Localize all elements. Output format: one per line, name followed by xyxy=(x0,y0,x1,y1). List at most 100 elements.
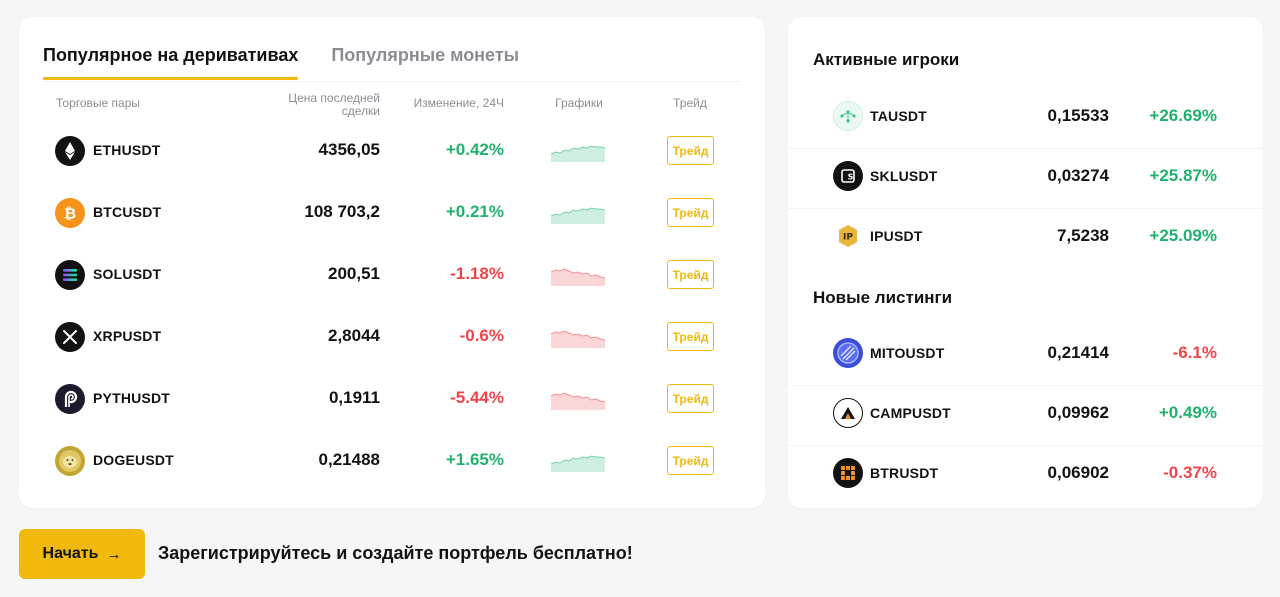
last-price: 0,09962 xyxy=(1047,403,1109,422)
svg-text:IP: IP xyxy=(843,233,853,243)
pair-name: SKLUSDT xyxy=(870,168,938,184)
trade-button[interactable]: Трейд xyxy=(667,446,714,475)
change-24h: +0.42% xyxy=(445,140,504,159)
divider xyxy=(788,445,1263,446)
svg-text:₿: ₿ xyxy=(64,205,76,223)
header-last-price-line2: сделки xyxy=(341,104,380,118)
pair-name: IPUSDT xyxy=(870,228,923,244)
table-row[interactable]: XRPUSDT 2,8044 -0.6% Трейд xyxy=(19,317,765,357)
header-trade: Трейд xyxy=(673,96,707,110)
change-24h: +0.21% xyxy=(445,202,504,221)
change-24h: +0.49% xyxy=(1158,403,1217,422)
table-row[interactable]: DOGEUSDT 0,21488 +1.65% Трейд xyxy=(19,441,765,481)
camp-icon xyxy=(833,398,863,428)
last-price: 7,5238 xyxy=(1057,226,1109,245)
last-price: 0,03274 xyxy=(1047,166,1109,185)
ethereum-icon xyxy=(55,136,85,166)
change-24h: +25.87% xyxy=(1149,166,1217,185)
last-price: 0,21488 xyxy=(318,450,380,469)
section-title-new-listings: Новые листинги xyxy=(813,288,953,307)
dogecoin-icon xyxy=(55,446,85,476)
trade-button[interactable]: Трейд xyxy=(667,198,714,227)
section-title-active-players: Активные игроки xyxy=(813,50,960,69)
bitlayer-icon xyxy=(833,458,863,488)
sparkline-area xyxy=(551,456,605,472)
market-lists-card: Активные игроки TAUSDT 0,15533 +26.69% S… xyxy=(788,17,1263,508)
last-price: 0,1911 xyxy=(328,388,380,407)
divider xyxy=(788,148,1263,149)
list-item[interactable]: TAUSDT 0,15533 +26.69% xyxy=(788,98,1263,134)
table-row[interactable]: ETHUSDT 4356,05 +0.42% Трейд xyxy=(19,131,765,171)
sparkline-chart xyxy=(551,330,605,348)
divider xyxy=(788,385,1263,386)
start-button[interactable]: Начать → xyxy=(19,529,145,579)
tab-popular-derivatives[interactable]: Популярное на деривативах xyxy=(43,45,299,80)
header-charts: Графики xyxy=(555,96,603,110)
tabs-divider xyxy=(43,81,741,82)
change-24h: -1.18% xyxy=(450,264,504,283)
header-trading-pairs: Торговые пары xyxy=(56,96,141,110)
pair-name: TAUSDT xyxy=(870,108,927,124)
skale-icon: S xyxy=(833,161,863,191)
pair-name: PYTHUSDT xyxy=(93,390,171,406)
pair-name: BTCUSDT xyxy=(93,204,162,220)
sparkline-chart xyxy=(551,392,605,410)
table-row[interactable]: ₿ BTCUSDT 108 703,2 +0.21% Трейд xyxy=(19,193,765,233)
pair-name: MITOUSDT xyxy=(870,345,945,361)
change-24h: -6.1% xyxy=(1172,343,1217,362)
pyth-icon xyxy=(55,384,85,414)
list-item[interactable]: S SKLUSDT 0,03274 +25.87% xyxy=(788,158,1263,194)
change-24h: +25.09% xyxy=(1149,226,1217,245)
sparkline-area xyxy=(551,208,605,224)
header-change-24h: Изменение, 24Ч xyxy=(413,96,504,110)
change-24h: +26.69% xyxy=(1149,106,1217,125)
arrow-right-icon: → xyxy=(106,545,122,563)
svg-text:S: S xyxy=(848,173,854,182)
start-button-label: Начать xyxy=(42,545,99,562)
trade-button[interactable]: Трейд xyxy=(667,384,714,413)
list-item[interactable]: MITOUSDT 0,21414 -6.1% xyxy=(788,335,1263,371)
list-item[interactable]: BTRUSDT 0,06902 -0.37% xyxy=(788,455,1263,491)
change-24h: -0.6% xyxy=(459,326,504,345)
table-row[interactable]: SOLUSDT 200,51 -1.18% Трейд xyxy=(19,255,765,295)
last-price: 2,8044 xyxy=(328,326,380,345)
pair-name: SOLUSDT xyxy=(93,266,162,282)
header-last-price: Цена последней сделки xyxy=(259,92,380,118)
sparkline-chart xyxy=(551,207,605,224)
bitcoin-icon: ₿ xyxy=(55,198,85,228)
sparkline-area xyxy=(551,146,605,162)
tab-popular-coins[interactable]: Популярные монеты xyxy=(331,45,519,80)
pair-name: ETHUSDT xyxy=(93,142,161,158)
derivatives-card: Популярное на деривативах Популярные мон… xyxy=(19,17,765,508)
trade-button[interactable]: Трейд xyxy=(667,322,714,351)
trade-button[interactable]: Трейд xyxy=(667,260,714,289)
change-24h: +1.65% xyxy=(445,450,504,469)
tao-icon xyxy=(833,101,863,131)
sparkline-chart xyxy=(551,268,605,286)
table-row[interactable]: PYTHUSDT 0,1911 -5.44% Трейд xyxy=(19,379,765,419)
xrp-icon xyxy=(55,322,85,352)
sparkline-chart xyxy=(551,145,605,162)
last-price: 108 703,2 xyxy=(304,202,380,221)
story-ip-icon: IP xyxy=(833,221,863,251)
last-price: 0,21414 xyxy=(1047,343,1109,362)
last-price: 0,15533 xyxy=(1047,106,1109,125)
tabs: Популярное на деривативах Популярные мон… xyxy=(43,45,519,80)
last-price: 4356,05 xyxy=(318,140,380,159)
mitosis-icon xyxy=(833,338,863,368)
last-price: 200,51 xyxy=(328,264,380,283)
divider xyxy=(788,208,1263,209)
pair-name: CAMPUSDT xyxy=(870,405,951,421)
trade-button[interactable]: Трейд xyxy=(667,136,714,165)
change-24h: -5.44% xyxy=(450,388,504,407)
change-24h: -0.37% xyxy=(1163,463,1217,482)
pair-name: BTRUSDT xyxy=(870,465,939,481)
list-item[interactable]: CAMPUSDT 0,09962 +0.49% xyxy=(788,395,1263,431)
signup-prompt: Зарегистрируйтесь и создайте портфель бе… xyxy=(158,543,633,563)
last-price: 0,06902 xyxy=(1047,463,1109,482)
pair-name: DOGEUSDT xyxy=(93,452,174,468)
pair-name: XRPUSDT xyxy=(93,328,162,344)
list-item[interactable]: IP IPUSDT 7,5238 +25.09% xyxy=(788,218,1263,254)
solana-icon xyxy=(55,260,85,290)
sparkline-chart xyxy=(551,455,605,472)
